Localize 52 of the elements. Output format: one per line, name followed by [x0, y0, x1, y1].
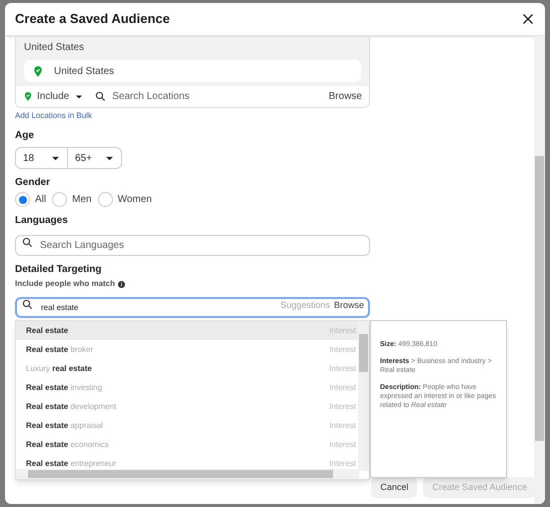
result-label: Real estate appraisal	[26, 420, 103, 432]
field-label: Gender	[15, 176, 52, 190]
result-type: Interest	[329, 362, 357, 374]
field-label: Detailed Targeting	[15, 263, 102, 277]
info-icon	[118, 280, 126, 288]
close-icon	[522, 13, 534, 25]
gender-radio[interactable]: Women	[98, 192, 152, 207]
location-group-label: United States	[24, 41, 86, 55]
result-label: Real estate development	[26, 400, 116, 412]
gender-radio[interactable]: All	[15, 192, 46, 207]
result-row[interactable]: Real estate investing Interest	[16, 378, 359, 397]
pin-check-icon	[23, 91, 33, 102]
result-label: Real estate	[26, 324, 68, 336]
result-row[interactable]: Luxury real estate Interest	[16, 359, 359, 378]
result-row[interactable]: Real estate development Interest	[16, 397, 359, 416]
result-row[interactable]: Real estate broker Interest	[16, 340, 359, 359]
horizontal-scrollbar[interactable]	[16, 469, 359, 479]
pin-check-icon	[32, 64, 44, 78]
result-label: Real estate investing	[26, 382, 102, 394]
caret-icon	[75, 92, 84, 100]
include-dropdown[interactable]: Include	[23, 89, 84, 104]
field-label: Languages	[15, 214, 69, 228]
result-type: Interest	[329, 400, 357, 412]
search-icon	[22, 237, 33, 248]
field-label: Age	[15, 129, 35, 143]
result-type: Interest	[329, 382, 357, 394]
search-icon	[95, 91, 106, 102]
dialog-title: Create a Saved Audience	[15, 10, 170, 28]
scrollbar[interactable]	[534, 36, 545, 504]
result-type: Interest	[329, 420, 357, 432]
result-label: Real estate broker	[26, 344, 94, 356]
browse-button[interactable]: Browse	[334, 299, 364, 312]
result-label: Real estate entrepreneur	[26, 458, 116, 470]
bulk-link[interactable]: Add Locations in Bulk	[15, 110, 92, 122]
footer-button[interactable]: Cancel	[371, 477, 418, 498]
search-icon	[22, 299, 33, 310]
browse-button[interactable]: Browse	[328, 89, 362, 104]
language-search-field[interactable]: Search Languages	[15, 235, 370, 256]
location-name: United States	[54, 64, 114, 78]
gender-radio[interactable]: Men	[52, 192, 92, 207]
result-type: Interest	[329, 344, 357, 356]
close-button[interactable]	[521, 12, 535, 26]
result-row[interactable]: Real estate economics Interest	[16, 435, 359, 454]
list-scrollbar[interactable]	[358, 321, 369, 471]
hint-text: Include people who match	[15, 278, 116, 290]
result-row[interactable]: Real estate appraisal Interest	[16, 416, 359, 435]
result-label: Luxury real estate	[26, 362, 92, 374]
result-label: Real estate economics	[26, 438, 109, 450]
result-type: Interest	[329, 458, 357, 470]
suggestions-label: Suggestions	[280, 299, 330, 312]
location-search-field[interactable]: Search Locations	[112, 89, 325, 104]
result-type: Interest	[329, 438, 357, 450]
